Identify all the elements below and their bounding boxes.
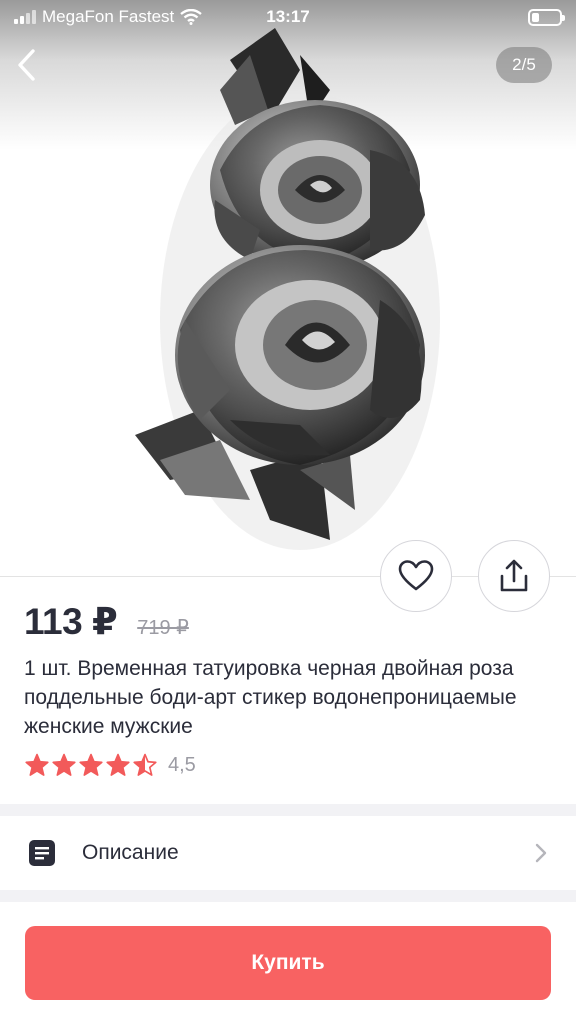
rating-stars [24, 753, 158, 777]
back-button[interactable] [8, 44, 44, 86]
status-time: 13:17 [266, 7, 310, 26]
star-icon [106, 753, 130, 776]
signal-icon [14, 10, 36, 24]
price-row: 113 ₽ 719 ₽ [24, 600, 189, 643]
description-row[interactable]: Описание [0, 816, 576, 890]
product-image-gallery[interactable] [0, 0, 576, 576]
buy-button[interactable]: Купить [25, 926, 551, 1000]
chevron-left-icon [18, 49, 35, 81]
star-icon [133, 753, 157, 776]
product-title: 1 шт. Временная татуировка черная двойна… [24, 657, 517, 738]
description-label: Описание [82, 841, 179, 864]
gallery-page-indicator: 2/5 [496, 47, 552, 83]
rating[interactable]: 4,5 [24, 753, 196, 777]
star-icon [52, 753, 76, 776]
wifi-icon [180, 9, 203, 25]
rating-value: 4,5 [168, 753, 196, 776]
favorite-button[interactable] [380, 540, 452, 612]
chevron-right-icon [535, 843, 547, 863]
section-separator [0, 804, 576, 816]
status-left: MegaFon Fastest [14, 7, 203, 27]
product-image-rose-tattoo [135, 28, 440, 550]
share-icon [500, 559, 528, 592]
battery-icon [528, 8, 565, 26]
carrier-name: MegaFon Fastest [42, 7, 175, 26]
document-icon [29, 840, 55, 866]
old-price: 719 ₽ [137, 617, 189, 639]
status-bar: MegaFon Fastest 13:17 [0, 0, 576, 34]
section-separator [0, 890, 576, 902]
star-icon [79, 753, 103, 776]
share-button[interactable] [478, 540, 550, 612]
heart-icon [398, 560, 434, 591]
star-icon [25, 753, 49, 776]
current-price: 113 ₽ [24, 601, 118, 642]
